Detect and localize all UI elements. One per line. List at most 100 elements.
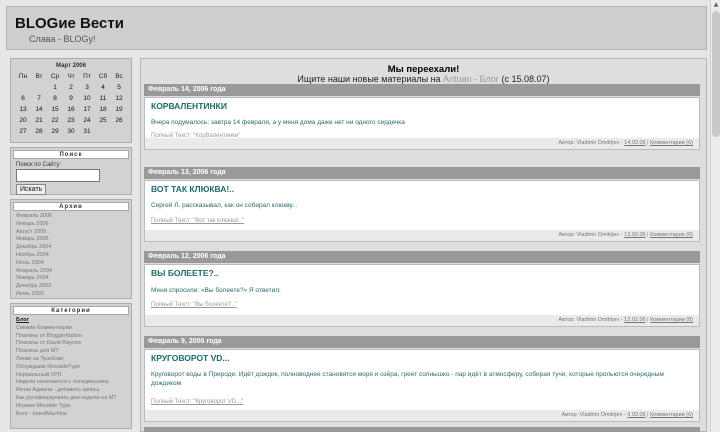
- post: ВЫ БОЛЕЕТЕ?.. Меня спросили: «Вы болеете…: [144, 264, 700, 327]
- archive-link[interactable]: Август 2005: [16, 229, 126, 237]
- post-read-more-link[interactable]: Полный Текст: "Вы болеете?..": [151, 302, 237, 308]
- category-link[interactable]: Блог: [16, 317, 126, 325]
- archive-link[interactable]: Июль 2004: [16, 260, 126, 268]
- category-link[interactable]: Недели начинаются с понедельника: [16, 379, 126, 387]
- post-author: Автор: Vladimir Dmitrijev: [558, 232, 620, 238]
- category-link[interactable]: Плагины от BloggerNation: [16, 333, 126, 341]
- calendar-day[interactable]: 10: [79, 93, 95, 104]
- post-title[interactable]: ВЫ БОЛЕЕТЕ?..: [151, 268, 218, 278]
- calendar-day[interactable]: 2: [63, 82, 79, 93]
- calendar-day[interactable]: 11: [95, 93, 111, 104]
- archive-link[interactable]: Январь 2006: [16, 221, 126, 229]
- search-button[interactable]: Искать: [16, 184, 47, 195]
- calendar-day[interactable]: 19: [111, 104, 127, 115]
- post-footer: Автор: Vladimir Dmitrijev - 14.02.06 | К…: [145, 138, 699, 149]
- calendar-day[interactable]: 17: [79, 104, 95, 115]
- calendar-day[interactable]: 14: [31, 104, 47, 115]
- category-link[interactable]: Играем Movable Type: [16, 403, 126, 411]
- category-link[interactable]: Как русифицировать дни недели на МТ: [16, 395, 126, 403]
- scroll-up-arrow-icon[interactable]: ▲: [712, 1, 720, 9]
- archive-link[interactable]: Январь 2005: [16, 236, 126, 244]
- site-title[interactable]: BLOGие Вести: [15, 15, 124, 32]
- archive-link[interactable]: Июль 2003: [16, 291, 126, 299]
- archive-link[interactable]: Декабрь 2004: [16, 244, 126, 252]
- post-comments-link[interactable]: Комментарии (8): [650, 317, 693, 323]
- post-date: Февраль 13, 2006 года: [144, 167, 700, 179]
- calendar-day[interactable]: 25: [95, 115, 111, 126]
- post-author: Автор: Vladimir Dmitrijev: [558, 317, 620, 323]
- calendar-day[interactable]: 28: [31, 126, 47, 137]
- post: КОРВАЛЕНТИНКИ Вчера подумалось: завтра 1…: [144, 97, 700, 150]
- calendar-day[interactable]: 5: [111, 82, 127, 93]
- search-input[interactable]: [16, 169, 100, 182]
- post-read-more-link[interactable]: Полный Текст: "Вот так клюква!..": [151, 218, 244, 224]
- calendar-day[interactable]: 6: [15, 93, 31, 104]
- search-label: Поиск по Сайту:: [16, 162, 62, 168]
- post-comments-link[interactable]: Комментарии (6): [650, 232, 693, 238]
- archive-link[interactable]: Ноябрь 2004: [16, 252, 126, 260]
- calendar-day[interactable]: 24: [79, 115, 95, 126]
- calendar-day[interactable]: 9: [63, 93, 79, 104]
- calendar-day[interactable]: 18: [95, 104, 111, 115]
- calendar-day[interactable]: 12: [111, 93, 127, 104]
- post-date: Февраль 9, 2006 года: [144, 336, 700, 348]
- calendar-weekday: Ср: [50, 73, 60, 80]
- calendar-day[interactable]: 27: [15, 126, 31, 137]
- calendar-day[interactable]: 31: [79, 126, 95, 137]
- calendar: Март 2006 Пн Вт Ср Чт Пт Сб Вс 1 2 3 4 5 6 7 8 9 10 11 12 1…: [10, 58, 132, 143]
- category-link[interactable]: Плагины для MT: [16, 348, 126, 356]
- archive-link[interactable]: Февраль 2006: [16, 213, 126, 221]
- categories-list: Блог Свежие Комментарии Плагины от Blogger…: [13, 315, 129, 418]
- categories-title: Категории: [13, 306, 129, 315]
- calendar-day[interactable]: 21: [31, 115, 47, 126]
- calendar-day[interactable]: 29: [47, 126, 63, 137]
- calendar-day[interactable]: 15: [47, 104, 63, 115]
- post-title[interactable]: КОРВАЛЕНТИНКИ: [151, 101, 227, 111]
- calendar-weekday: Чт: [67, 73, 75, 80]
- post-body: Меня спросили: «Вы болеете?» Я ответил:: [151, 287, 281, 294]
- post-comments-link[interactable]: Комментарии (6): [650, 140, 693, 146]
- vertical-scrollbar[interactable]: ▲: [710, 0, 720, 432]
- category-link[interactable]: Блог - boastMachine: [16, 411, 126, 419]
- new-blog-link[interactable]: Antuan - Блог: [443, 74, 499, 84]
- categories-box: Категории Блог Свежие Комментарии Плагины …: [10, 303, 132, 429]
- calendar-day[interactable]: 8: [47, 93, 63, 104]
- archive-link[interactable]: Февраль 2004: [16, 268, 126, 276]
- calendar-day[interactable]: 16: [63, 104, 79, 115]
- calendar-day[interactable]: 1: [47, 82, 63, 93]
- calendar-day[interactable]: 30: [63, 126, 79, 137]
- calendar-weekday: Пт: [83, 73, 91, 80]
- calendar-day[interactable]: 3: [79, 82, 95, 93]
- calendar-weekday: Сб: [98, 73, 108, 80]
- post-title[interactable]: ВОТ ТАК КЛЮКВА!..: [151, 184, 234, 194]
- sidebar: Март 2006 Пн Вт Ср Чт Пт Сб Вс 1 2 3 4 5 6 7 8 9 10 11 12 1…: [10, 58, 132, 432]
- archive-list: Февраль 2006 Январь 2006 Август 2005 Январь…: [13, 211, 129, 299]
- category-link[interactable]: Плагины от David Raynes: [16, 340, 126, 348]
- calendar-day[interactable]: 13: [15, 104, 31, 115]
- calendar-day[interactable]: 7: [31, 93, 47, 104]
- post-permalink[interactable]: 14.02.06: [624, 140, 645, 146]
- post-author: Автор: Vladimir Dmitrijev: [561, 412, 623, 418]
- main-content: Мы переехали! Ищите наши новые материалы…: [140, 58, 707, 432]
- post-permalink[interactable]: 12.02.06: [624, 317, 645, 323]
- calendar-day[interactable]: 26: [111, 115, 127, 126]
- post-comments-link[interactable]: Комментарии (6): [650, 412, 693, 418]
- post-read-more-link[interactable]: Полный Текст: "Круговорот VD...": [151, 399, 243, 405]
- category-link[interactable]: Линки на Трэкбэки: [16, 356, 126, 364]
- calendar-weekday: Вт: [35, 73, 43, 80]
- archive-link[interactable]: Январь 2004: [16, 275, 126, 283]
- calendar-day[interactable]: 23: [63, 115, 79, 126]
- post-permalink[interactable]: 9.02.06: [627, 412, 645, 418]
- moved-text-before: Ищите наши новые материалы на: [297, 74, 444, 84]
- calendar-day[interactable]: 22: [47, 115, 63, 126]
- post-title[interactable]: КРУГОВОРОТ VD...: [151, 353, 230, 363]
- category-link[interactable]: Обсуждаем MovableType: [16, 364, 126, 372]
- calendar-day[interactable]: 20: [15, 115, 31, 126]
- category-link[interactable]: Свежие Комментарии: [16, 325, 126, 333]
- post-permalink[interactable]: 13.02.06: [624, 232, 645, 238]
- category-link[interactable]: Нормальный УРЛ: [16, 372, 126, 380]
- calendar-day[interactable]: 4: [95, 82, 111, 93]
- archive-link[interactable]: Декабрь 2003: [16, 283, 126, 291]
- category-link[interactable]: Меню Админа - добавить запись: [16, 387, 126, 395]
- scrollbar-thumb[interactable]: [712, 11, 720, 137]
